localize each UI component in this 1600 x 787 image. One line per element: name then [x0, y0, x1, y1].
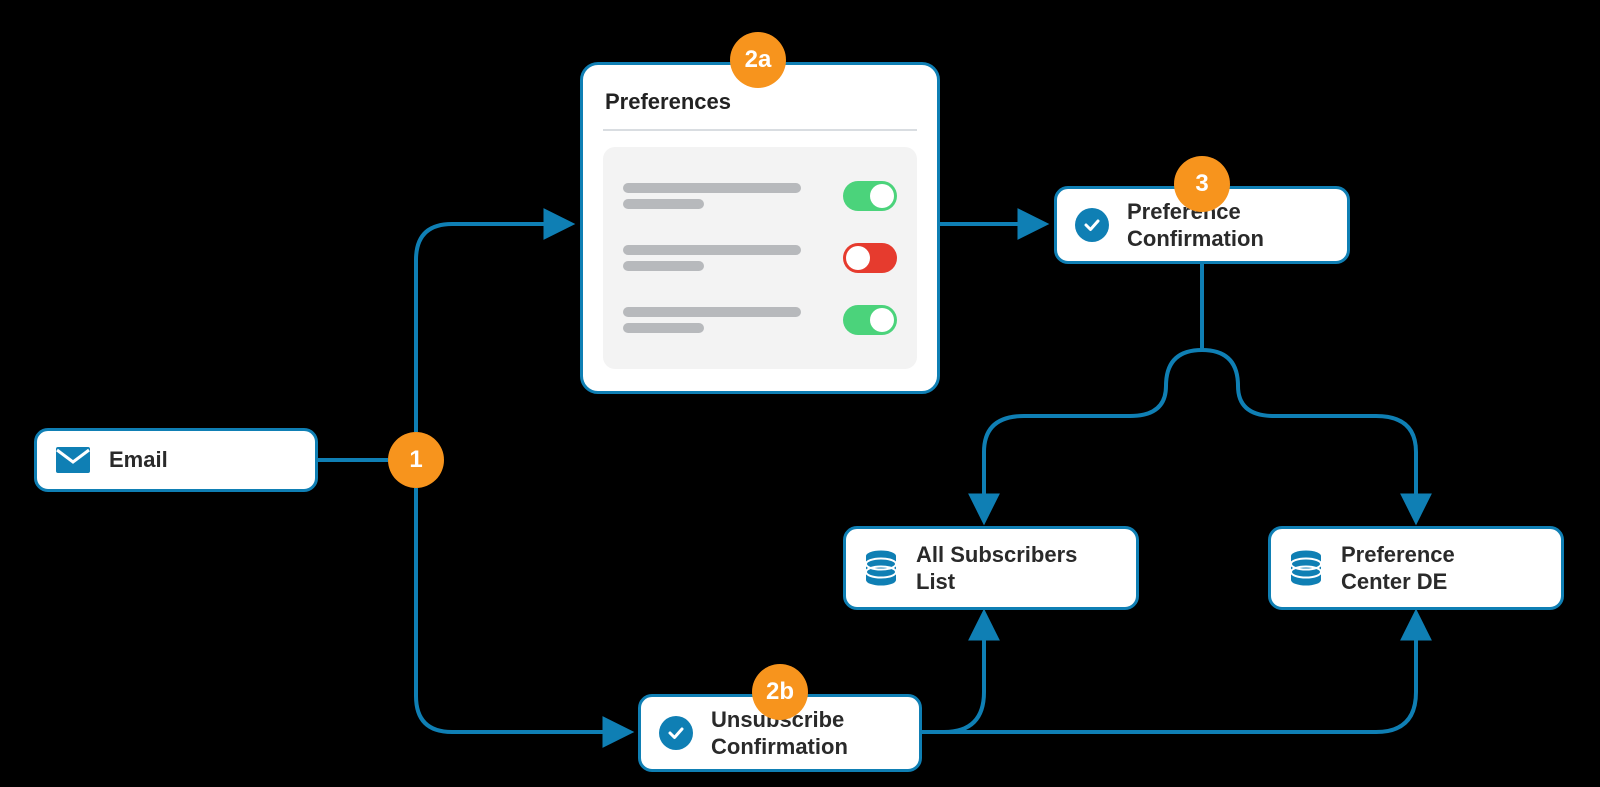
toggle-off-icon — [843, 243, 897, 273]
check-icon — [659, 716, 693, 750]
node-preference-center-de-label: Preference Center DE — [1341, 541, 1455, 596]
check-icon — [1075, 208, 1109, 242]
node-all-subscribers-label: All Subscribers List — [916, 541, 1077, 596]
node-email-label: Email — [109, 446, 168, 474]
preferences-body — [603, 147, 917, 369]
database-icon — [1289, 550, 1323, 586]
database-icon — [864, 550, 898, 586]
placeholder-lines — [623, 301, 817, 339]
node-preferences: Preferences — [580, 62, 940, 394]
badge-2b: 2b — [752, 664, 808, 720]
badge-1: 1 — [388, 432, 444, 488]
toggle-on-icon — [843, 181, 897, 211]
placeholder-lines — [623, 239, 817, 277]
badge-2a: 2a — [730, 32, 786, 88]
preference-row — [623, 165, 897, 227]
node-email: Email — [34, 428, 318, 492]
badge-2a-label: 2a — [745, 46, 772, 74]
badge-3: 3 — [1174, 156, 1230, 212]
preferences-title: Preferences — [603, 83, 917, 131]
node-all-subscribers-list: All Subscribers List — [843, 526, 1139, 610]
node-preference-center-de: Preference Center DE — [1268, 526, 1564, 610]
badge-3-label: 3 — [1195, 170, 1208, 198]
diagram-stage: Email 1 Preferences — [0, 0, 1600, 787]
preference-row — [623, 227, 897, 289]
badge-2b-label: 2b — [766, 678, 794, 706]
email-icon — [55, 446, 91, 474]
badge-1-label: 1 — [409, 446, 422, 474]
toggle-on-icon — [843, 305, 897, 335]
preference-row — [623, 289, 897, 351]
placeholder-lines — [623, 177, 817, 215]
